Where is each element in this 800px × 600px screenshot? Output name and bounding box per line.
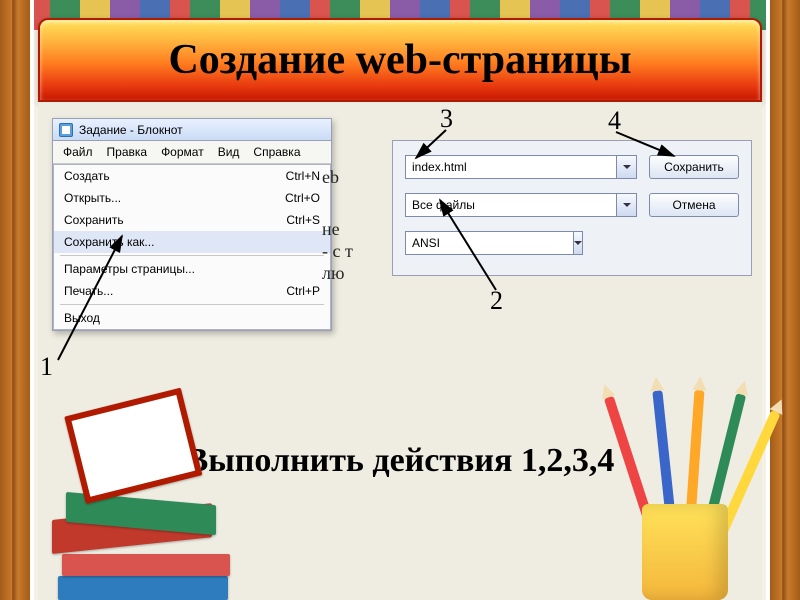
file-menu-label: Создать [64, 169, 110, 183]
filetype-field[interactable] [405, 193, 617, 217]
filetype-combo[interactable] [405, 193, 637, 223]
decor-book-stack [52, 450, 242, 600]
menu-separator [60, 255, 324, 256]
chevron-down-icon[interactable] [617, 193, 637, 217]
decor-pencil-cup [612, 410, 752, 600]
fragment-line: - с т [322, 240, 353, 262]
filename-combo[interactable] [405, 155, 637, 185]
menu-edit[interactable]: Правка [101, 143, 154, 161]
slide: Создание web-страницы Задание - Блокнот … [0, 0, 800, 600]
cancel-button[interactable]: Отмена [649, 193, 739, 217]
file-dropdown: Создать Ctrl+N Открыть... Ctrl+O Сохрани… [53, 164, 331, 330]
file-menu-shortcut: Ctrl+N [286, 169, 320, 183]
notepad-icon [59, 123, 73, 137]
file-menu-item[interactable]: Создать Ctrl+N [54, 165, 330, 187]
slide-title: Создание web-страницы [168, 36, 631, 84]
notepad-window: Задание - Блокнот Файл Правка Формат Вид… [52, 118, 332, 331]
chevron-down-icon[interactable] [574, 231, 583, 255]
encoding-field[interactable] [405, 231, 574, 255]
file-menu-item[interactable]: Сохранить Ctrl+S [54, 209, 330, 231]
callout-1: 1 [40, 352, 53, 382]
notepad-body-fragment: eb не - с т лю [322, 166, 353, 284]
fragment-line: лю [322, 262, 353, 284]
callout-3: 3 [440, 104, 453, 134]
menu-separator [60, 304, 324, 305]
menu-view[interactable]: Вид [212, 143, 246, 161]
chevron-down-icon[interactable] [617, 155, 637, 179]
file-menu-shortcut: Ctrl+O [285, 191, 320, 205]
file-menu-item-save-as[interactable]: Сохранить как... [54, 231, 330, 253]
callout-2: 2 [490, 286, 503, 316]
notepad-title-text: Задание - Блокнот [79, 123, 183, 137]
file-menu-label: Параметры страницы... [64, 262, 195, 276]
file-menu-label: Сохранить как... [64, 235, 154, 249]
save-dialog: Сохранить Отмена [392, 140, 752, 276]
decor-shelf-left [0, 0, 34, 600]
file-menu-shortcut: Ctrl+S [286, 213, 320, 227]
title-banner: Создание web-страницы [38, 18, 762, 102]
content-area: Задание - Блокнот Файл Правка Формат Вид… [38, 102, 762, 600]
menu-file[interactable]: Файл [57, 143, 99, 161]
menu-help[interactable]: Справка [247, 143, 306, 161]
notepad-menubar: Файл Правка Формат Вид Справка [53, 141, 331, 164]
notepad-titlebar: Задание - Блокнот [53, 119, 331, 141]
save-button[interactable]: Сохранить [649, 155, 739, 179]
file-menu-item[interactable]: Выход [54, 307, 330, 329]
file-menu-item[interactable]: Параметры страницы... [54, 258, 330, 280]
filename-field[interactable] [405, 155, 617, 179]
file-menu-label: Открыть... [64, 191, 121, 205]
file-menu-label: Печать... [64, 284, 113, 298]
fragment-line: eb [322, 166, 353, 188]
callout-4: 4 [608, 106, 621, 136]
fragment-line: не [322, 218, 353, 240]
file-menu-shortcut: Ctrl+P [286, 284, 320, 298]
file-menu-item[interactable]: Печать... Ctrl+P [54, 280, 330, 302]
file-menu-label: Сохранить [64, 213, 124, 227]
file-menu-label: Выход [64, 311, 100, 325]
file-menu-item[interactable]: Открыть... Ctrl+O [54, 187, 330, 209]
decor-shelf-right [766, 0, 800, 600]
encoding-combo[interactable] [405, 231, 525, 261]
menu-format[interactable]: Формат [155, 143, 210, 161]
